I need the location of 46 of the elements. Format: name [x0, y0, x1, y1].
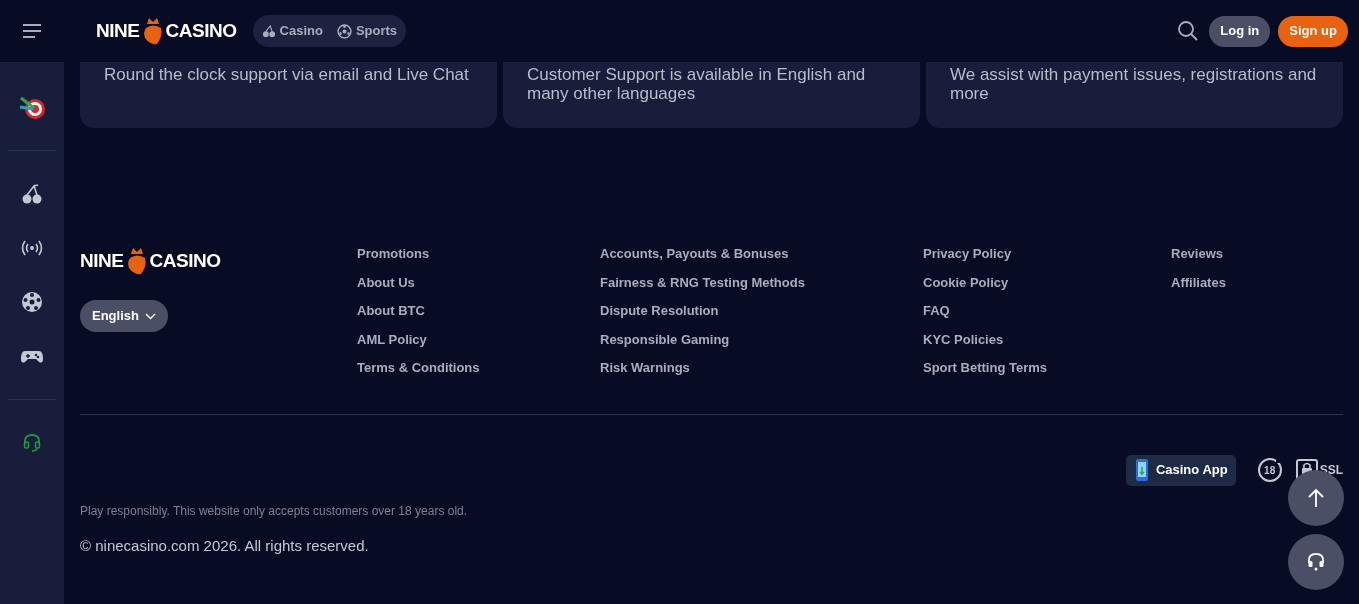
- arrow-up-icon: [1307, 488, 1325, 508]
- footer-link[interactable]: Accounts, Payouts & Bonuses: [600, 245, 923, 263]
- footer-link[interactable]: Terms & Conditions: [357, 359, 600, 377]
- footer-link[interactable]: Fairness & RNG Testing Methods: [600, 273, 923, 291]
- logo-text: CASINO: [149, 248, 221, 273]
- cherry-icon: [261, 24, 276, 38]
- footer-link[interactable]: Promotions: [357, 245, 600, 263]
- menu-icon[interactable]: [22, 24, 42, 38]
- login-button[interactable]: Log in: [1209, 15, 1271, 47]
- disclaimer-text: Play responsibly. This website only accepts customers over 18 years old.: [80, 502, 469, 520]
- chevron-down-icon: [144, 312, 156, 320]
- soccer-ball-icon[interactable]: [21, 291, 43, 313]
- soccer-ball-icon: [336, 23, 352, 39]
- search-icon[interactable]: [1177, 20, 1200, 42]
- footer-link[interactable]: KYC Policies: [923, 330, 1171, 348]
- cherry-icon[interactable]: [21, 183, 43, 205]
- language-selector[interactable]: English: [80, 300, 168, 332]
- age-limit-badge: 18: [1257, 458, 1282, 482]
- footer-link[interactable]: Risk Warnings: [600, 359, 923, 377]
- badge-label: Casino App: [1155, 461, 1228, 480]
- logo-text: NINE: [80, 248, 124, 273]
- logo-text: CASINO: [165, 18, 237, 43]
- broadcast-icon[interactable]: [21, 239, 43, 257]
- footer-link[interactable]: FAQ: [923, 302, 1171, 320]
- footer-link[interactable]: AML Policy: [357, 330, 600, 348]
- phone-icon: [1133, 458, 1150, 482]
- card-text: Round the clock support via email and Live Chat: [104, 65, 470, 84]
- support-chat-button[interactable]: [1288, 534, 1344, 590]
- footer-link[interactable]: Responsible Gaming: [600, 330, 923, 348]
- headset-icon: [1307, 552, 1325, 572]
- nav-link[interactable]: Sports: [336, 21, 398, 41]
- card-text: We assist with payment issues, registrations and more: [950, 65, 1318, 103]
- footer-link[interactable]: Sport Betting Terms: [923, 359, 1171, 377]
- headset-icon[interactable]: [23, 433, 41, 453]
- copyright-text: © ninecasino.com 2026. All rights reserved.: [80, 535, 370, 556]
- footer-link[interactable]: About Us: [357, 273, 600, 291]
- nav-link[interactable]: Casino: [261, 21, 323, 41]
- casino-app-badge[interactable]: Casino App: [1125, 454, 1236, 486]
- footer-link[interactable]: Cookie Policy: [923, 273, 1171, 291]
- footer-link[interactable]: Affiliates: [1171, 273, 1291, 291]
- footer-link[interactable]: About BTC: [357, 302, 600, 320]
- footer-link[interactable]: Dispute Resolution: [600, 302, 923, 320]
- card-text: Customer Support is available in English and many other languages: [527, 65, 867, 103]
- footer-link[interactable]: Privacy Policy: [923, 245, 1171, 263]
- footer-link[interactable]: Reviews: [1171, 245, 1291, 263]
- logo-text: NINE: [96, 18, 140, 43]
